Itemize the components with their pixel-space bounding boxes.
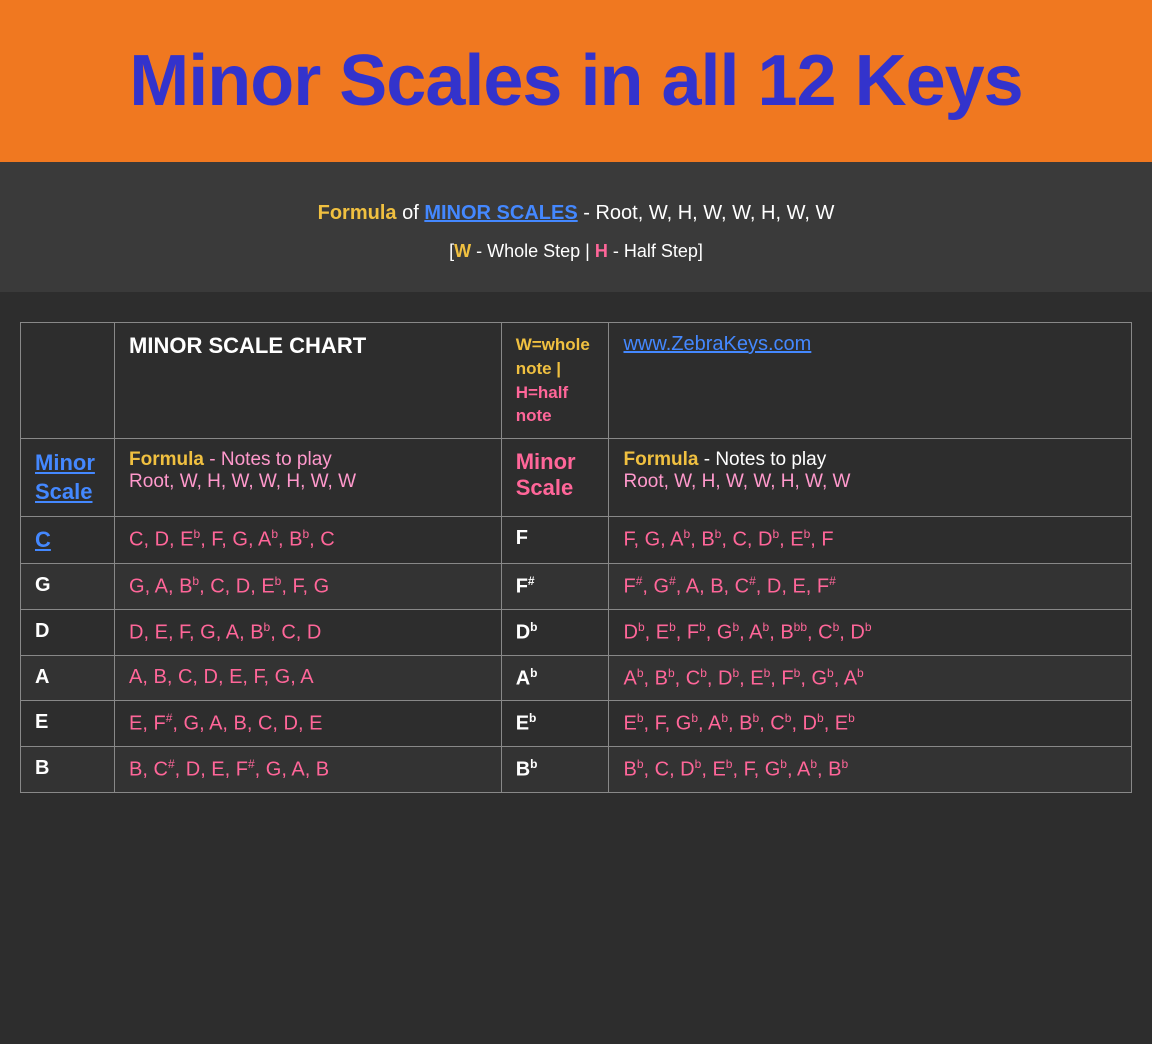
header-col1 xyxy=(21,323,115,439)
formula-key1-cell: MinorScale xyxy=(21,439,115,517)
formula-notes-text-1: Root, W, H, W, W, H, W, W xyxy=(129,471,356,492)
formula-notes2-cell: Formula - Notes to play Root, W, H, W, W… xyxy=(609,439,1132,517)
notes-cell-eb: Eb, F, Gb, Ab, Bb, Cb, Db, Eb xyxy=(609,701,1132,747)
whole-step-text: - Whole Step | xyxy=(471,241,595,261)
table-section: MINOR SCALE CHART W=whole note | H=half … xyxy=(0,292,1152,813)
header-section: Minor Scales in all 12 Keys xyxy=(0,0,1152,162)
notes-cell-db: Db, Eb, Fb, Gb, Ab, Bbb, Cb, Db xyxy=(609,610,1132,656)
h-half-label: H=half note xyxy=(516,383,568,426)
key-cell-e: E xyxy=(21,701,115,747)
half-step-text: - Half Step] xyxy=(608,241,703,261)
notes-cell-g: G, A, Bb, C, D, Eb, F, G xyxy=(115,564,502,610)
table-row: E E, F#, G, A, B, C, D, E Eb Eb, F, Gb, … xyxy=(21,701,1132,747)
key-cell-g: G xyxy=(21,564,115,610)
key-cell-fsharp: F# xyxy=(501,564,609,610)
formula-notes1-cell: Formula - Notes to play Root, W, H, W, W… xyxy=(115,439,502,517)
minor-scale-key-link[interactable]: MinorScale xyxy=(35,450,95,504)
key-cell-d: D xyxy=(21,610,115,656)
notes-cell-d: D, E, F, G, A, Bb, C, D xyxy=(115,610,502,656)
formula-yellow-1: Formula xyxy=(129,449,204,470)
formula-key2-cell: MinorScale xyxy=(501,439,609,517)
minor-scales-link[interactable]: MINOR SCALES xyxy=(424,202,577,224)
header-col2: MINOR SCALE CHART xyxy=(115,323,502,439)
table-row: B B, C#, D, E, F#, G, A, B Bb Bb, C, Db,… xyxy=(21,747,1132,793)
key-link-c[interactable]: C xyxy=(35,527,51,552)
key-cell-f: F xyxy=(501,517,609,564)
formula-pink-1: - Notes to play xyxy=(204,449,332,470)
key-cell-db: Db xyxy=(501,610,609,656)
notes-cell-ab: Ab, Bb, Cb, Db, Eb, Fb, Gb, Ab xyxy=(609,655,1132,701)
notes-cell-c: C, D, Eb, F, G, Ab, Bb, C xyxy=(115,517,502,564)
w-whole-label: W=whole note | xyxy=(516,335,590,378)
header-col3: W=whole note | H=half note xyxy=(501,323,609,439)
zebrakeys-link[interactable]: www.ZebraKeys.com xyxy=(623,333,811,355)
table-row: D D, E, F, G, A, Bb, C, D Db Db, Eb, Fb,… xyxy=(21,610,1132,656)
key-cell-bb: Bb xyxy=(501,747,609,793)
table-row: C C, D, Eb, F, G, Ab, Bb, C F F, G, Ab, … xyxy=(21,517,1132,564)
table-row: G G, A, Bb, C, D, Eb, F, G F# F#, G#, A,… xyxy=(21,564,1132,610)
minor-scale-chart-label: MINOR SCALE CHART xyxy=(129,333,366,358)
formula-notes-text-2: Root, W, H, W, W, H, W, W xyxy=(623,471,850,492)
minor-scale-label-2: MinorScale xyxy=(516,449,576,500)
key-cell-ab: Ab xyxy=(501,655,609,701)
formula-suffix: - Root, W, H, W, W, H, W, W xyxy=(583,202,834,224)
table-header-row: MINOR SCALE CHART W=whole note | H=half … xyxy=(21,323,1132,439)
notes-cell-a: A, B, C, D, E, F, G, A xyxy=(115,655,502,701)
h-label: H xyxy=(595,241,608,261)
notes-cell-b: B, C#, D, E, F#, G, A, B xyxy=(115,747,502,793)
notes-cell-bb: Bb, C, Db, Eb, F, Gb, Ab, Bb xyxy=(609,747,1132,793)
page-title: Minor Scales in all 12 Keys xyxy=(20,40,1132,122)
formula-line2: [W - Whole Step | H - Half Step] xyxy=(20,241,1132,262)
header-col4: www.ZebraKeys.com xyxy=(609,323,1132,439)
formula-section: Formula of MINOR SCALES - Root, W, H, W,… xyxy=(0,162,1152,292)
formula-pink-2: - Notes to play xyxy=(698,449,826,470)
key-cell-c: C xyxy=(21,517,115,564)
key-cell-eb: Eb xyxy=(501,701,609,747)
formula-bold-label: Formula xyxy=(318,202,397,224)
w-label: W xyxy=(454,241,471,261)
key-cell-b: B xyxy=(21,747,115,793)
notes-cell-f: F, G, Ab, Bb, C, Db, Eb, F xyxy=(609,517,1132,564)
key-cell-a: A xyxy=(21,655,115,701)
formula-row: MinorScale Formula - Notes to play Root,… xyxy=(21,439,1132,517)
formula-line1: Formula of MINOR SCALES - Root, W, H, W,… xyxy=(20,202,1132,225)
formula-yellow-2: Formula xyxy=(623,449,698,470)
minor-scale-table: MINOR SCALE CHART W=whole note | H=half … xyxy=(20,322,1132,793)
table-row: A A, B, C, D, E, F, G, A Ab Ab, Bb, Cb, … xyxy=(21,655,1132,701)
formula-of-text: of xyxy=(402,202,424,224)
notes-cell-e: E, F#, G, A, B, C, D, E xyxy=(115,701,502,747)
notes-cell-fsharp: F#, G#, A, B, C#, D, E, F# xyxy=(609,564,1132,610)
